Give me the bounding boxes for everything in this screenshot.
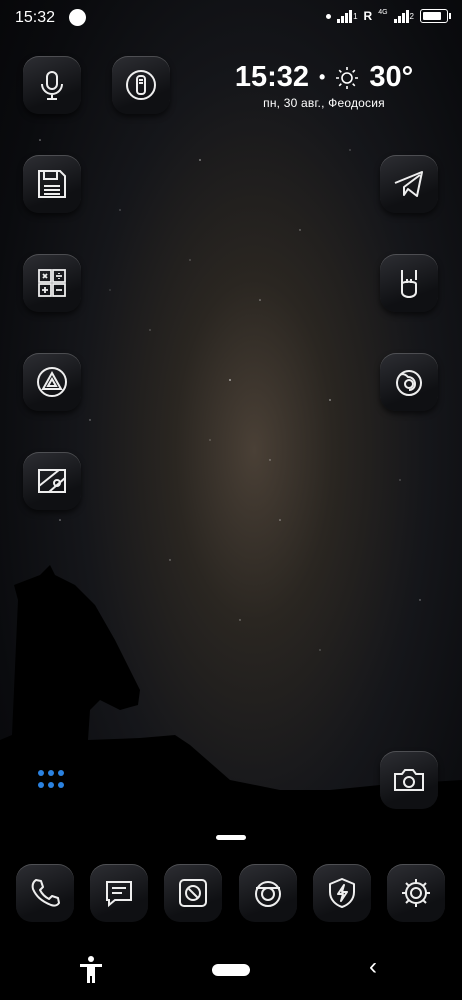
app-drawer-button[interactable]: [38, 770, 66, 788]
voice-recorder-app[interactable]: [23, 56, 81, 114]
widget-temperature: 30°: [369, 61, 414, 93]
roaming-label: R: [363, 9, 373, 23]
notification-dot-icon: [326, 13, 332, 19]
floppy-disk-icon: [38, 170, 66, 198]
phone-icon: [31, 879, 60, 907]
status-bar: 15:32 1 R 4G 2: [0, 0, 462, 36]
separator-dot: •: [319, 67, 326, 87]
clock-weather-widget[interactable]: 15:32 • 30° пн, 30 авг., Феодосия: [224, 61, 424, 110]
status-time: 15:32: [15, 9, 56, 26]
camera-icon: [394, 769, 424, 791]
status-indicators: 1 R 4G 2: [326, 8, 451, 23]
shield-bolt-icon: [329, 878, 355, 908]
dock-handle[interactable]: [216, 835, 246, 840]
camera-app[interactable]: [380, 751, 438, 809]
delta-status-icon: [69, 9, 86, 26]
map-icon: [38, 469, 66, 493]
dock-settings[interactable]: [387, 864, 445, 922]
dock-camera[interactable]: [239, 864, 297, 922]
file-manager-app[interactable]: [23, 155, 81, 213]
widget-time: 15:32: [234, 61, 309, 93]
gallery-icon: [179, 879, 207, 907]
delta-app[interactable]: [23, 353, 81, 411]
settings-icon: [402, 879, 430, 907]
flashlight-app[interactable]: [112, 56, 170, 114]
delta-logo-icon: [37, 367, 67, 397]
firefox-icon: [396, 370, 422, 396]
firefox-app[interactable]: [380, 353, 438, 411]
battery-icon: [420, 9, 451, 23]
flashlight-icon: [126, 70, 156, 100]
rock-app[interactable]: [380, 254, 438, 312]
home-button[interactable]: [212, 964, 250, 976]
sun-icon: [336, 66, 359, 89]
maps-app[interactable]: [23, 452, 81, 510]
dock-security[interactable]: [313, 864, 371, 922]
calculator-app[interactable]: [23, 254, 81, 312]
dock-gallery[interactable]: [164, 864, 222, 922]
rock-hand-icon: [401, 270, 417, 298]
telegram-app[interactable]: [380, 155, 438, 213]
dock-messages[interactable]: [90, 864, 148, 922]
calculator-icon: [38, 269, 66, 297]
navigation-bar: ‹: [0, 938, 462, 1000]
signal-sim1-icon: [337, 9, 353, 23]
telegram-icon: [394, 171, 423, 197]
widget-date-location: пн, 30 авг., Феодосия: [263, 96, 385, 110]
camera-lens-icon: [255, 881, 281, 907]
chevron-left-icon: ‹: [369, 953, 377, 980]
sim1-label: 1: [353, 11, 358, 21]
signal-sim2-icon: [393, 9, 409, 23]
network-type-label: 4G: [378, 8, 388, 16]
sim2-label: 2: [409, 11, 414, 21]
accessibility-icon[interactable]: [76, 954, 106, 984]
dock-phone[interactable]: [16, 864, 74, 922]
messages-icon: [106, 881, 132, 908]
microphone-icon: [41, 71, 63, 100]
back-button[interactable]: ‹: [360, 952, 386, 982]
